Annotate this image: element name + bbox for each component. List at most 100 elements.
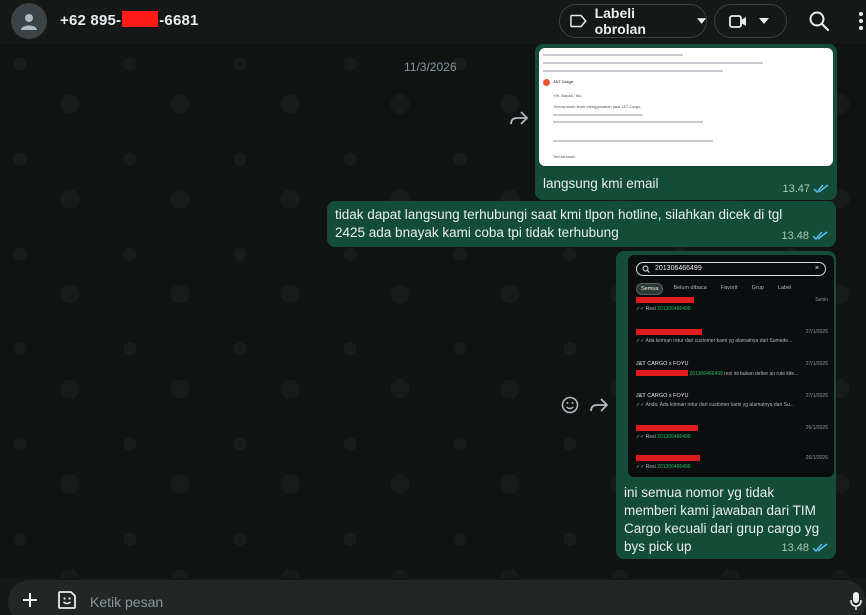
email-line1: Terima kasih telah menggunakan jasa J&T … <box>553 104 642 109</box>
screenshot-row-name <box>636 455 700 462</box>
preview-text: Ada kiriman retur dari customer kami yg … <box>645 338 793 344</box>
screenshot-row-name <box>636 425 698 432</box>
video-call-button[interactable] <box>714 4 787 38</box>
message-time: 13.48 <box>781 230 809 242</box>
sender-avatar <box>543 79 550 86</box>
screenshot-row-name <box>636 329 702 336</box>
screenshot-row-date: 27/1/2026 <box>805 393 828 399</box>
contact-name[interactable]: +62 895- -6681 <box>60 11 199 29</box>
screenshot-chat-row: J&T CARGO x FOYU 27/1/2026 ✓✓ Anda: Ada … <box>636 393 828 423</box>
preview-text: Anda: Ada kiriman retur dari customer ka… <box>645 402 794 408</box>
more-vertical-icon[interactable] <box>856 10 866 32</box>
message-bubble-out[interactable]: 201306466499 × Semua Belum dibaca Favori… <box>616 251 836 559</box>
email-greeting: Yth. Bapak / Ibu, <box>553 93 583 98</box>
screenshot-row-preview: ✓✓ Resi 201306466499 <box>636 434 691 440</box>
double-check-icon <box>813 184 829 194</box>
search-icon <box>642 265 650 273</box>
email-line <box>543 62 763 64</box>
email-line <box>553 121 703 123</box>
redaction-mark <box>636 425 698 431</box>
screenshot-chat-row: 27/1/2026 ✓✓ Ada kiriman retur dari cust… <box>636 329 828 359</box>
message-meta: 13.47 <box>782 183 829 195</box>
sticker-icon[interactable] <box>57 590 77 610</box>
message-meta: 13.48 <box>781 542 828 554</box>
screenshot-tab: Grup <box>751 285 764 291</box>
screenshot-search-bar: 201306466499 × <box>636 262 826 276</box>
screenshot-row-name: J&T CARGO x FOYU <box>636 361 689 367</box>
screenshot-filter-tabs: Semua Belum dibaca Favorit Grup Label <box>636 283 795 295</box>
screenshot-chat-row: 26/1/2026 ✓✓ Resi 201306466499 <box>636 425 828 455</box>
composer: Ketik pesan <box>0 578 866 615</box>
screenshot-row-name <box>636 297 694 304</box>
email-line <box>543 70 723 72</box>
screenshot-chat-row: Senin ✓✓ Resi 201306466499 <box>636 297 828 327</box>
preview-text: Resi <box>645 464 658 470</box>
emoji-reaction-icon[interactable] <box>561 396 579 414</box>
message-text: tidak dapat langsung terhubungi saat kmi… <box>335 207 783 240</box>
redaction-mark <box>636 329 702 335</box>
double-check-icon <box>812 543 828 553</box>
video-camera-icon <box>729 14 746 28</box>
screenshot-row-date: 26/1/2026 <box>805 425 828 431</box>
screenshot-tab: Belum dibaca <box>673 285 707 291</box>
screenshot-search-value: 201306466499 <box>655 265 702 272</box>
message-text: langsung kmi email <box>543 176 659 191</box>
contact-avatar[interactable] <box>11 3 47 39</box>
default-person-icon <box>21 14 37 30</box>
preview-highlight: 201306466499 <box>657 464 691 470</box>
chevron-down-icon <box>696 18 706 24</box>
label-chat-text: Labeli obrolan <box>594 5 646 37</box>
email-screenshot-image[interactable]: J&T Cargo Yth. Bapak / Ibu, Terima kasih… <box>539 48 833 166</box>
redaction-mark <box>636 455 700 461</box>
email-line <box>553 140 713 142</box>
screenshot-row-date: 27/1/2026 <box>805 361 828 367</box>
forward-icon[interactable] <box>589 397 609 413</box>
double-check-icon <box>812 231 828 241</box>
screenshot-row-preview: 201306466499 resi ini bukan delive an ru… <box>636 370 826 377</box>
redaction-mark <box>122 11 159 27</box>
preview-highlight: 201306466499 <box>689 371 723 377</box>
message-input-placeholder: Ketik pesan <box>90 594 164 610</box>
message-bubble-out[interactable]: J&T Cargo Yth. Bapak / Ibu, Terima kasih… <box>535 44 837 200</box>
redaction-mark <box>636 370 688 376</box>
message-list[interactable]: 11/3/2026 J&T Cargo Yth. Bapak / Ibu, Te… <box>0 44 866 578</box>
screenshot-row-preview: ✓✓ Ada kiriman retur dari customer kami … <box>636 338 793 344</box>
screenshot-row-preview: ✓✓ Anda: Ada kiriman retur dari customer… <box>636 402 794 408</box>
search-icon[interactable] <box>808 10 830 32</box>
message-meta: 13.48 <box>781 230 828 242</box>
message-time: 13.47 <box>782 183 810 195</box>
chat-header: +62 895- -6681 Labeli obrolan <box>0 0 866 44</box>
contact-number-suffix: -6681 <box>159 12 199 29</box>
message-bubble-out[interactable]: tidak dapat langsung terhubungi saat kmi… <box>327 201 836 247</box>
plus-icon[interactable] <box>22 592 38 608</box>
screenshot-tab: Favorit <box>720 285 738 291</box>
screenshot-row-date: 26/1/2026 <box>805 455 828 461</box>
screenshot-row-date: 27/1/2026 <box>805 329 828 335</box>
screenshot-tab: Semua <box>636 283 664 295</box>
email-line <box>543 54 683 56</box>
contact-number-prefix: +62 895- <box>60 12 122 29</box>
message-time: 13.48 <box>781 542 809 554</box>
label-chat-button[interactable]: Labeli obrolan <box>559 4 707 38</box>
screenshot-tab: Label <box>777 285 792 291</box>
label-tag-icon <box>570 14 587 28</box>
email-sender: J&T Cargo <box>553 79 574 84</box>
preview-highlight: 201306466499 <box>657 434 691 440</box>
email-line <box>553 114 643 116</box>
screenshot-row-preview: ✓✓ Resi 201306466499 <box>636 464 691 470</box>
message-input-box[interactable]: Ketik pesan <box>8 580 866 615</box>
chevron-down-icon <box>759 18 769 24</box>
screenshot-row-date: Senin <box>815 297 828 303</box>
preview-text: resi ini bukan delive an rute kite... <box>722 371 799 377</box>
close-icon: × <box>814 265 819 272</box>
email-closing: Terima kasih <box>553 154 576 159</box>
date-separator: 11/3/2026 <box>404 60 457 74</box>
preview-text: Resi <box>645 434 658 440</box>
screenshot-row-preview: ✓✓ Resi 201306466499 <box>636 306 691 312</box>
search-screenshot-image[interactable]: 201306466499 × Semua Belum dibaca Favori… <box>628 255 834 477</box>
microphone-icon[interactable] <box>850 591 862 611</box>
preview-text: Resi <box>645 306 658 312</box>
preview-highlight: 201306466499 <box>657 306 691 312</box>
forward-icon[interactable] <box>509 110 529 126</box>
screenshot-chat-row: 26/1/2026 ✓✓ Resi 201306466499 <box>636 455 828 477</box>
